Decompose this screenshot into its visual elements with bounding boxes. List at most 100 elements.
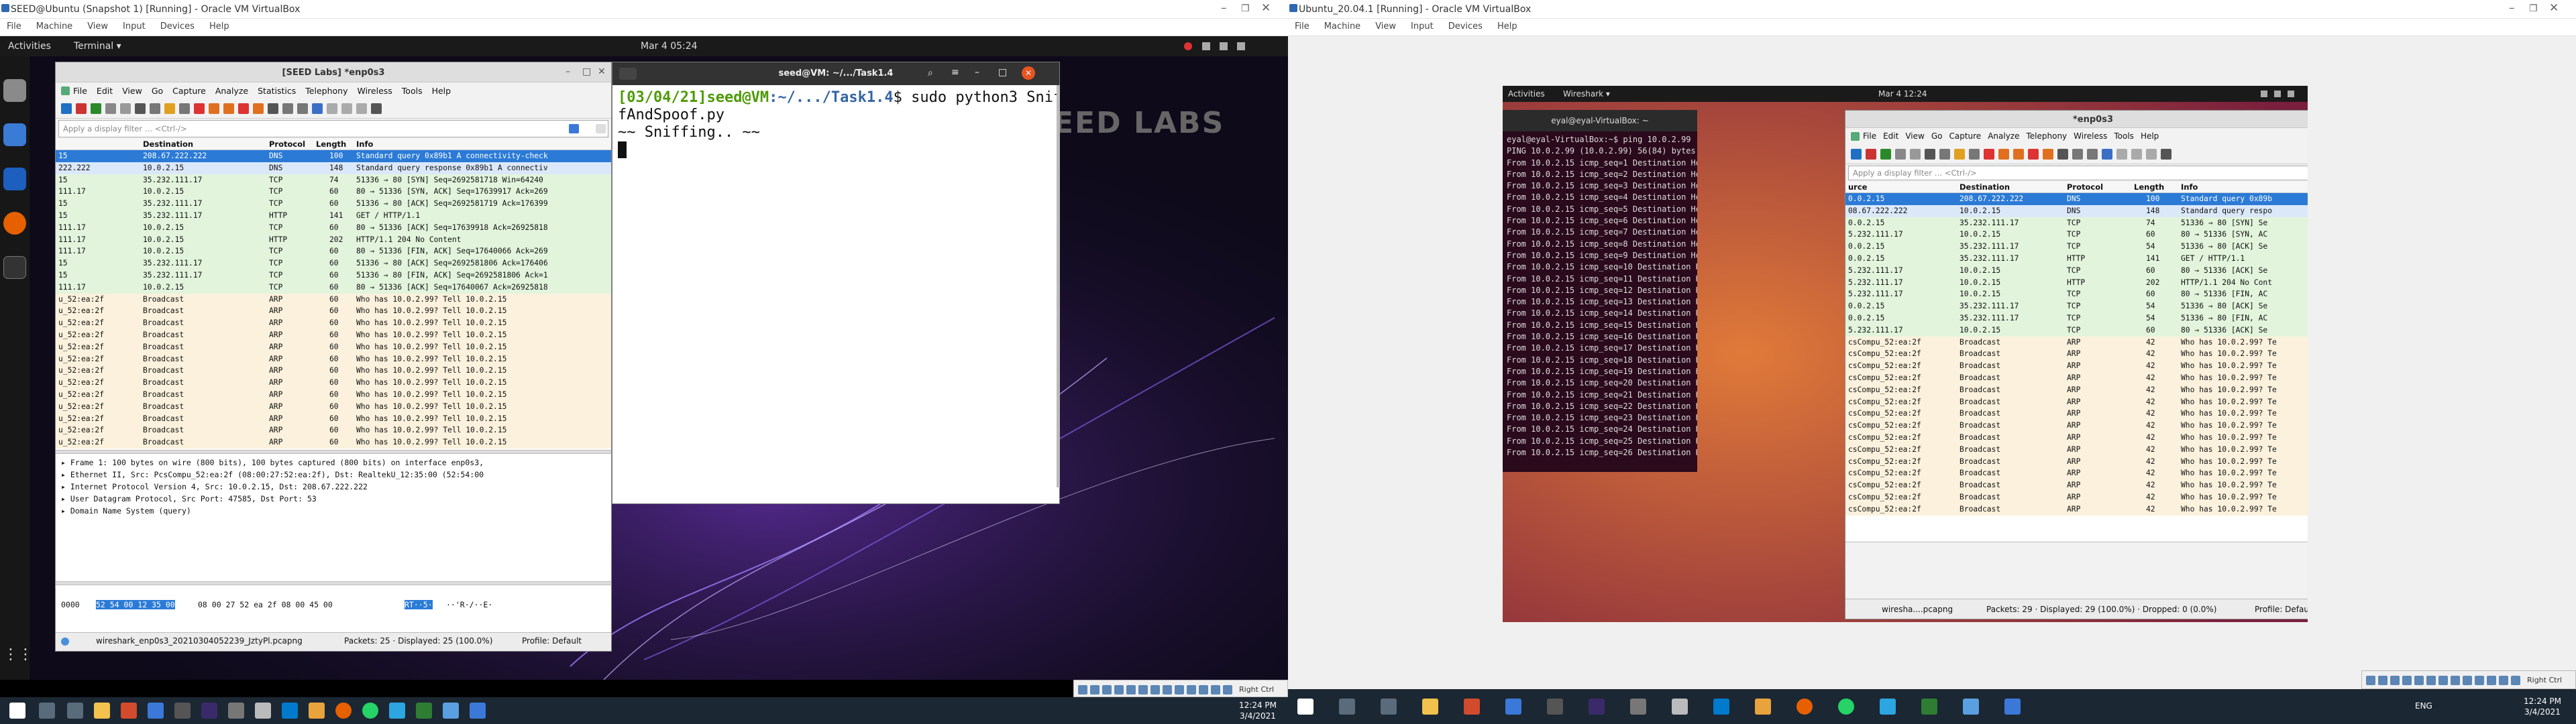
- wireshark-menu-item[interactable]: View: [1905, 131, 1924, 141]
- toolbar-button-icon[interactable]: [2087, 149, 2098, 160]
- host-menu-item[interactable]: File: [7, 21, 21, 32]
- col-protocol[interactable]: Protocol: [2067, 182, 2103, 192]
- col-info[interactable]: Info: [2181, 182, 2198, 192]
- packet-row[interactable]: 0.0.2.15 35.232.111.17 TCP 54 51336 → 80 [AC…: [1845, 241, 2308, 253]
- app-icon[interactable]: [309, 703, 325, 719]
- toolbar-button-icon[interactable]: [150, 103, 160, 114]
- close-icon[interactable]: ✕: [1261, 1, 1271, 15]
- host-menu-item[interactable]: File: [1295, 21, 1309, 32]
- activities-button[interactable]: Activities: [1508, 89, 1545, 99]
- col-length[interactable]: Length: [2134, 182, 2164, 192]
- packet-row[interactable]: 15 35.232.111.17 HTTP 141 GET / HTTP/1.1: [56, 209, 611, 222]
- host-menu-item[interactable]: Input: [1411, 21, 1434, 32]
- toolbar-button-icon[interactable]: [1998, 149, 2009, 160]
- packet-row[interactable]: u_52:ea:2f Broadcast ARP 60 Who has 10.0.2.9…: [56, 400, 611, 413]
- toolbar-button-icon[interactable]: [1910, 149, 1921, 160]
- office-icon[interactable]: [121, 703, 137, 719]
- packet-detail-row[interactable]: ▸ Internet Protocol Version 4, Src: 10.0…: [56, 481, 611, 493]
- hex-selected[interactable]: 52 54 00 12 35 00: [96, 600, 175, 609]
- packet-row[interactable]: csCompu_52:ea:2f Broadcast ARP 42 Who has 10…: [1845, 371, 2308, 384]
- toolbar-button-icon[interactable]: [91, 103, 101, 114]
- app-icon[interactable]: [416, 703, 432, 719]
- toolbar-button-icon[interactable]: [105, 103, 116, 114]
- packet-row[interactable]: 0.0.2.15 35.232.111.17 TCP 74 51336 → 80 [SY…: [1845, 217, 2308, 229]
- network-icon[interactable]: [2261, 90, 2267, 97]
- packet-detail-row[interactable]: ▸ Ethernet II, Src: PcsCompu_52:ea:2f (0…: [56, 469, 611, 481]
- packet-row[interactable]: csCompu_52:ea:2f Broadcast ARP 42 Who has 10…: [1845, 491, 2308, 503]
- volume-icon[interactable]: [1220, 42, 1228, 50]
- toolbar-button-icon[interactable]: [1851, 149, 1862, 160]
- packet-row[interactable]: u_52:ea:2f Broadcast ARP 60 Who has 10.0.2.9…: [56, 412, 611, 425]
- firefox-icon[interactable]: [3, 212, 26, 235]
- wireshark-menu-item[interactable]: Wireless: [2074, 131, 2107, 141]
- packet-row[interactable]: csCompu_52:ea:2f Broadcast ARP 42 Who has 10…: [1845, 443, 2308, 456]
- toolbar-button-icon[interactable]: [282, 103, 293, 114]
- packet-row[interactable]: u_52:ea:2f Broadcast ARP 60 Who has 10.0.2.9…: [56, 424, 611, 437]
- toolbar-button-icon[interactable]: [1880, 149, 1891, 160]
- terminal-maximize-icon[interactable]: □: [998, 67, 1007, 78]
- toolbar-button-icon[interactable]: [164, 103, 175, 114]
- activities-button[interactable]: Activities: [8, 41, 51, 52]
- col-length[interactable]: Length: [316, 139, 346, 149]
- wireshark-menu-item[interactable]: Telephony: [305, 86, 347, 96]
- language-indicator[interactable]: ENG: [2415, 701, 2432, 711]
- packet-row[interactable]: 15 35.232.111.17 TCP 60 51336 → 80 [FIN, ACK…: [56, 269, 611, 282]
- app-menu[interactable]: Terminal ▾: [74, 41, 121, 52]
- packet-row[interactable]: u_52:ea:2f Broadcast ARP 60 Who has 10.0.2.9…: [56, 388, 611, 401]
- onenote-icon[interactable]: [201, 703, 217, 719]
- app-icon[interactable]: [443, 703, 459, 719]
- packet-row[interactable]: csCompu_52:ea:2f Broadcast ARP 42 Who has 10…: [1845, 336, 2308, 349]
- packet-row[interactable]: csCompu_52:ea:2f Broadcast ARP 42 Who has 10…: [1845, 479, 2308, 491]
- toolbar-button-icon[interactable]: [297, 103, 308, 114]
- network-icon[interactable]: [1202, 42, 1210, 50]
- terminal-scrollbar[interactable]: [1057, 85, 1060, 487]
- col-destination[interactable]: Destination: [1960, 182, 2010, 192]
- packet-row[interactable]: 15 35.232.111.17 TCP 60 51336 → 80 [ACK] Seq…: [56, 198, 611, 210]
- explorer-icon[interactable]: [1422, 699, 1438, 715]
- packet-row[interactable]: 0.0.2.15 208.67.222.222 DNS 100 Standard que…: [1845, 193, 2308, 205]
- toolbar-button-icon[interactable]: [2072, 149, 2083, 160]
- topbar-clock[interactable]: Mar 4 12:24: [1878, 89, 1927, 99]
- packet-detail-row[interactable]: ▸ Domain Name System (query): [56, 505, 611, 517]
- office-icon[interactable]: [1464, 699, 1480, 715]
- toolbar-button-icon[interactable]: [341, 103, 352, 114]
- col-source[interactable]: urce: [1848, 182, 1867, 192]
- toolbar-button-icon[interactable]: [2043, 149, 2053, 160]
- packet-row[interactable]: csCompu_52:ea:2f Broadcast ARP 42 Who has 10…: [1845, 467, 2308, 480]
- packet-row[interactable]: u_52:ea:2f Broadcast ARP 60 Who has 10.0.2.9…: [56, 317, 611, 329]
- outlook-icon[interactable]: [1505, 699, 1521, 715]
- close-icon[interactable]: ✕: [2549, 1, 2559, 15]
- wireshark-menu-item[interactable]: Go: [1931, 131, 1943, 141]
- packet-row[interactable]: 5.232.111.17 10.0.2.15 HTTP 202 HTTP/1.1 204…: [1845, 276, 2308, 289]
- vscode-icon[interactable]: [1713, 699, 1729, 715]
- toolbar-button-icon[interactable]: [327, 103, 337, 114]
- packet-row[interactable]: 15 208.67.222.222 DNS 100 Standard query 0x8…: [56, 150, 611, 162]
- app-icon[interactable]: [174, 703, 191, 719]
- col-info[interactable]: Info: [356, 139, 373, 149]
- toolbar-button-icon[interactable]: [1954, 149, 1965, 160]
- app-icon[interactable]: [228, 703, 244, 719]
- wireshark-menu-item[interactable]: View: [122, 86, 142, 96]
- wireshark-menu-item[interactable]: Capture: [1949, 131, 1981, 141]
- ws-maximize-icon[interactable]: □: [582, 66, 591, 77]
- search-icon[interactable]: [39, 703, 55, 719]
- app-icon[interactable]: [389, 703, 405, 719]
- packet-row[interactable]: csCompu_52:ea:2f Broadcast ARP 42 Who has 10…: [1845, 455, 2308, 468]
- packet-row[interactable]: 111.17 10.0.2.15 HTTP 202 HTTP/1.1 204 No Co…: [56, 233, 611, 246]
- taskbar-clock[interactable]: 12:24 PM 3/4/2021: [1234, 700, 1281, 721]
- packet-row[interactable]: 111.17 10.0.2.15 TCP 60 80 → 51336 [SYN, ACK…: [56, 186, 611, 198]
- firefox-taskbar-icon[interactable]: [335, 703, 352, 719]
- wireshark-icon[interactable]: [3, 168, 26, 190]
- app-icon[interactable]: [255, 703, 271, 719]
- packet-row[interactable]: u_52:ea:2f Broadcast ARP 60 Who has 10.0.2.9…: [56, 365, 611, 377]
- packet-row[interactable]: 5.232.111.17 10.0.2.15 TCP 60 80 → 51336 [AC…: [1845, 324, 2308, 337]
- notification-icon[interactable]: [1184, 42, 1192, 50]
- toolbar-button-icon[interactable]: [371, 103, 382, 114]
- host-menu-item[interactable]: Devices: [160, 21, 195, 32]
- wireshark-menu-item[interactable]: Help: [2141, 131, 2159, 141]
- packet-row[interactable]: 111.17 10.0.2.15 TCP 60 80 → 51336 [ACK] Seq…: [56, 221, 611, 234]
- packet-row[interactable]: 0.0.2.15 35.232.111.17 TCP 54 51336 → 80 [AC…: [1845, 300, 2308, 312]
- wireshark-menu-item[interactable]: Tools: [402, 86, 423, 96]
- minimize-icon[interactable]: –: [1221, 1, 1227, 15]
- filter-bookmark-icon[interactable]: [569, 124, 579, 133]
